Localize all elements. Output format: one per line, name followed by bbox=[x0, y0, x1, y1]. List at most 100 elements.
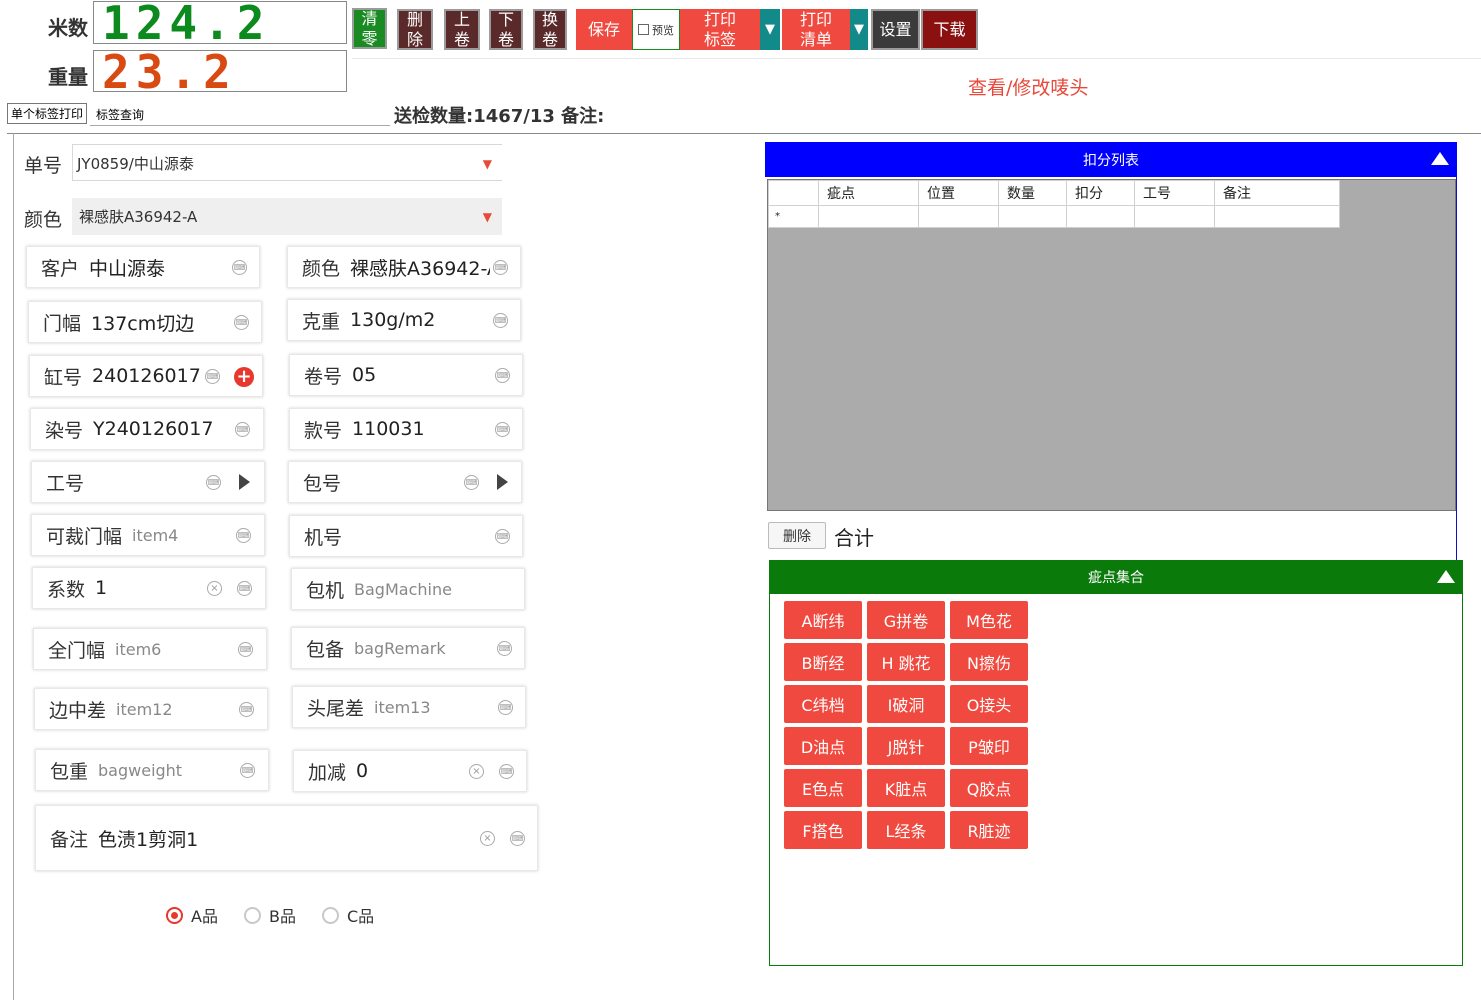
keyboard-icon[interactable]: ⌨ bbox=[499, 764, 514, 779]
play-icon[interactable] bbox=[497, 474, 508, 490]
edge-diff-field[interactable]: 边中差 item12 ⌨ bbox=[34, 688, 268, 730]
defect-button[interactable]: O接头 bbox=[950, 685, 1028, 723]
print-label-dropdown[interactable]: ▼ bbox=[760, 9, 780, 50]
delete-deduct-button[interactable]: 删除 bbox=[768, 522, 826, 549]
bag-weight-field[interactable]: 包重 bagweight ⌨ bbox=[35, 749, 269, 791]
grade-c-radio[interactable]: C品 bbox=[322, 903, 374, 927]
column-header[interactable]: 工号 bbox=[1134, 180, 1215, 206]
clear-icon[interactable]: × bbox=[207, 581, 222, 596]
order-select[interactable]: JY0859/中山源泰 ▼ bbox=[72, 144, 502, 181]
keyboard-icon[interactable]: ⌨ bbox=[232, 260, 247, 275]
keyboard-icon[interactable]: ⌨ bbox=[206, 475, 221, 490]
keyboard-icon[interactable]: ⌨ bbox=[497, 641, 512, 656]
keyboard-icon[interactable]: ⌨ bbox=[239, 702, 254, 717]
color-field[interactable]: 颜色 裸感肤A36942-A ⌨ bbox=[287, 246, 521, 288]
print-list-dropdown[interactable]: ▼ bbox=[850, 9, 868, 50]
column-header[interactable]: 扣分 bbox=[1066, 180, 1135, 206]
defect-button[interactable]: G拼卷 bbox=[867, 601, 945, 639]
tab-single-label-print[interactable]: 单个标签打印 bbox=[7, 103, 88, 124]
defect-button[interactable]: L经条 bbox=[867, 811, 945, 849]
clear-button[interactable]: 清零 bbox=[352, 8, 387, 49]
worker-field[interactable]: 工号 ⌨ bbox=[31, 461, 265, 503]
customer-field[interactable]: 客户 中山源泰 ⌨ bbox=[26, 246, 260, 288]
cut-width-field[interactable]: 可裁门幅 item4 ⌨ bbox=[31, 514, 265, 556]
keyboard-icon[interactable]: ⌨ bbox=[493, 313, 508, 328]
print-label-button[interactable]: 打印 标签 bbox=[680, 9, 760, 50]
column-header[interactable]: 备注 bbox=[1214, 180, 1340, 206]
defect-button[interactable]: P皱印 bbox=[950, 727, 1028, 765]
download-button[interactable]: 下载 bbox=[921, 9, 978, 50]
clear-icon[interactable]: × bbox=[480, 831, 495, 846]
bag-machine-field[interactable]: 包机 BagMachine bbox=[291, 568, 525, 610]
swap-roll-button[interactable]: 换卷 bbox=[533, 9, 567, 50]
grade-b-radio[interactable]: B品 bbox=[244, 903, 296, 927]
keyboard-icon[interactable]: ⌨ bbox=[240, 763, 255, 778]
column-header[interactable]: 位置 bbox=[918, 180, 999, 206]
deduct-panel-header[interactable]: 扣分列表 bbox=[765, 142, 1457, 177]
keyboard-icon[interactable]: ⌨ bbox=[464, 475, 479, 490]
settings-button[interactable]: 设置 bbox=[871, 9, 920, 50]
keyboard-icon[interactable]: ⌨ bbox=[237, 581, 252, 596]
defect-button[interactable]: R脏迹 bbox=[950, 811, 1028, 849]
defect-button[interactable]: A断纬 bbox=[784, 601, 862, 639]
tab-label-query[interactable]: 标签查询 bbox=[93, 105, 147, 124]
table-cell[interactable] bbox=[1134, 205, 1215, 228]
defect-button[interactable]: M色花 bbox=[950, 601, 1028, 639]
defect-button[interactable]: D油点 bbox=[784, 727, 862, 765]
style-field[interactable]: 款号 110031 ⌨ bbox=[289, 408, 523, 450]
keyboard-icon[interactable]: ⌨ bbox=[235, 422, 250, 437]
defect-button[interactable]: F搭色 bbox=[784, 811, 862, 849]
defect-button[interactable]: I破洞 bbox=[867, 685, 945, 723]
defect-button[interactable]: H 跳花 bbox=[867, 643, 945, 681]
defect-button[interactable]: C纬档 bbox=[784, 685, 862, 723]
prev-roll-button[interactable]: 上卷 bbox=[444, 9, 480, 50]
preview-checkbox[interactable] bbox=[638, 24, 649, 35]
add-icon[interactable]: + bbox=[234, 367, 254, 387]
defect-button[interactable]: E色点 bbox=[784, 769, 862, 807]
adjust-field[interactable]: 加减 0 × ⌨ bbox=[293, 750, 527, 792]
roll-field[interactable]: 卷号 05 ⌨ bbox=[289, 354, 523, 396]
bag-no-field[interactable]: 包号 ⌨ bbox=[288, 461, 522, 503]
collapse-up-icon[interactable] bbox=[1431, 152, 1449, 165]
grade-a-radio[interactable]: A品 bbox=[166, 903, 218, 927]
color-select[interactable]: 裸感肤A36942-A ▼ bbox=[72, 198, 502, 235]
clear-icon[interactable]: × bbox=[469, 764, 484, 779]
machine-field[interactable]: 机号 ⌨ bbox=[289, 515, 523, 557]
dye-field[interactable]: 染号 Y240126017 ⌨ bbox=[30, 408, 264, 450]
table-cell[interactable] bbox=[1066, 205, 1135, 228]
head-tail-field[interactable]: 头尾差 item13 ⌨ bbox=[292, 686, 526, 728]
keyboard-icon[interactable]: ⌨ bbox=[238, 642, 253, 657]
gram-field[interactable]: 克重 130g/m2 ⌨ bbox=[287, 299, 521, 341]
column-header[interactable]: 疵点 bbox=[818, 180, 919, 206]
keyboard-icon[interactable]: ⌨ bbox=[498, 700, 513, 715]
print-list-button[interactable]: 打印 清单 bbox=[782, 9, 850, 50]
coef-field[interactable]: 系数 1 × ⌨ bbox=[32, 567, 266, 609]
keyboard-icon[interactable]: ⌨ bbox=[234, 315, 249, 330]
preview-toggle[interactable]: 预览 bbox=[632, 9, 680, 50]
delete-roll-button[interactable]: 删除 bbox=[397, 9, 433, 50]
defect-button[interactable]: B断经 bbox=[784, 643, 862, 681]
vat-field[interactable]: 缸号 240126017 ⌨ + bbox=[29, 355, 263, 397]
save-button[interactable]: 保存 bbox=[576, 9, 632, 50]
keyboard-icon[interactable]: ⌨ bbox=[495, 529, 510, 544]
play-icon[interactable] bbox=[239, 474, 250, 490]
next-roll-button[interactable]: 下卷 bbox=[489, 9, 523, 50]
keyboard-icon[interactable]: ⌨ bbox=[495, 422, 510, 437]
defect-button[interactable]: J脱针 bbox=[867, 727, 945, 765]
keyboard-icon[interactable]: ⌨ bbox=[236, 528, 251, 543]
table-cell[interactable] bbox=[918, 205, 999, 228]
defect-button[interactable]: N擦伤 bbox=[950, 643, 1028, 681]
remark-field[interactable]: 备注 色渍1剪洞1 × ⌨ bbox=[35, 805, 538, 871]
defect-button[interactable]: Q胶点 bbox=[950, 769, 1028, 807]
table-cell[interactable] bbox=[818, 205, 919, 228]
keyboard-icon[interactable]: ⌨ bbox=[495, 368, 510, 383]
width-field[interactable]: 门幅 137cm切边 ⌨ bbox=[28, 301, 262, 343]
keyboard-icon[interactable]: ⌨ bbox=[510, 831, 525, 846]
column-header[interactable]: 数量 bbox=[998, 180, 1067, 206]
deduct-grid[interactable]: 疵点 位置 数量 扣分 工号 备注 * bbox=[767, 179, 1456, 511]
full-width-field[interactable]: 全门幅 item6 ⌨ bbox=[33, 628, 267, 670]
defect-panel-header[interactable]: 疵点集合 bbox=[769, 560, 1463, 594]
table-cell[interactable] bbox=[998, 205, 1067, 228]
table-cell[interactable] bbox=[1214, 205, 1340, 228]
keyboard-icon[interactable]: ⌨ bbox=[493, 260, 508, 275]
